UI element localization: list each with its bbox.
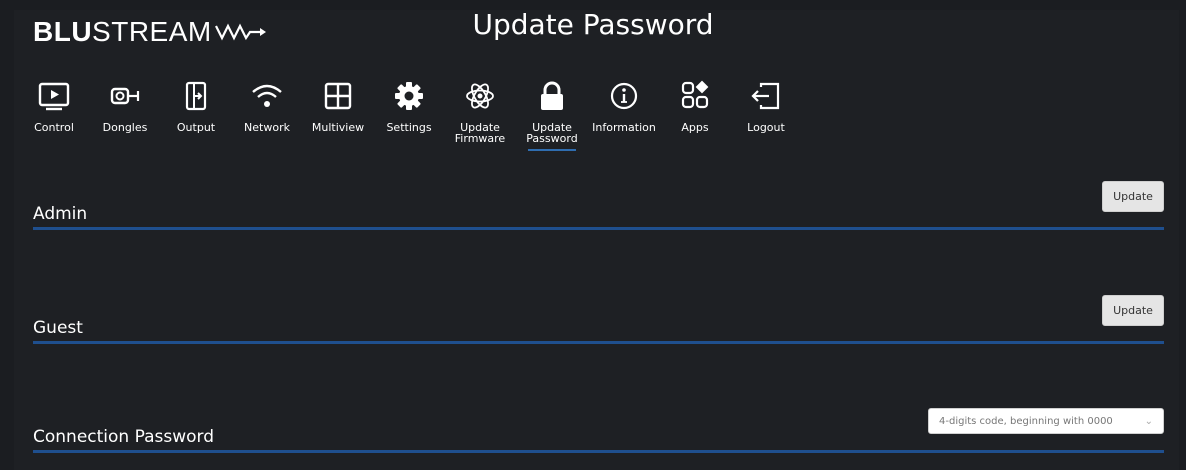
nav-label: Control	[34, 121, 74, 134]
nav-item-apps[interactable]: Apps	[659, 76, 731, 133]
nav-item-control[interactable]: Control	[18, 76, 90, 133]
grid-icon	[324, 82, 352, 110]
nav-item-output[interactable]: Output	[160, 76, 232, 133]
dongle-icon	[110, 87, 140, 105]
nav-label: Multiview	[311, 121, 365, 134]
nav-label: Network	[244, 121, 290, 134]
page-title: Update Password	[472, 8, 714, 41]
connection-password-divider	[33, 450, 1164, 453]
nav-label: Output	[176, 121, 216, 134]
chevron-down-icon: ⌄	[1144, 415, 1153, 427]
nav-item-update-password[interactable]: Update Password	[516, 76, 588, 151]
connection-password-select[interactable]: 4-digits code, beginning with 0000 ⌄	[928, 408, 1164, 434]
nav-item-information[interactable]: Information	[588, 76, 660, 133]
nav-item-settings[interactable]: Settings	[373, 76, 445, 133]
apps-icon	[681, 80, 709, 109]
logout-icon	[751, 82, 780, 110]
guest-update-button[interactable]: Update	[1102, 295, 1164, 326]
nav-label: Dongles	[102, 121, 148, 134]
admin-divider	[33, 227, 1164, 230]
wifi-icon	[252, 84, 282, 107]
connection-password-section: Connection Password 4-digits code, begin…	[33, 407, 1164, 459]
active-tab-indicator	[528, 149, 576, 151]
lock-icon	[541, 81, 563, 110]
admin-title: Admin	[33, 204, 88, 224]
nav-label: Logout	[747, 121, 785, 134]
nav-item-dongles[interactable]: Dongles	[89, 76, 161, 133]
admin-section: Admin Update	[33, 180, 1164, 232]
guest-divider	[33, 341, 1164, 344]
output-icon	[185, 81, 207, 111]
nav-item-multiview[interactable]: Multiview	[302, 76, 374, 133]
monitor-play-icon	[38, 82, 70, 111]
atom-icon	[466, 83, 494, 109]
nav-label: Information	[592, 121, 656, 134]
nav-label: Apps	[681, 121, 709, 134]
nav-label: Update Firmware	[454, 121, 506, 145]
nav-label: Update Password	[526, 121, 578, 145]
nav-item-update-firmware[interactable]: Update Firmware	[444, 76, 516, 144]
connection-password-select-value: 4-digits code, beginning with 0000	[939, 415, 1113, 427]
connection-password-title: Connection Password	[33, 427, 214, 447]
gear-icon	[395, 82, 423, 110]
info-icon	[610, 82, 638, 110]
nav-item-logout[interactable]: Logout	[730, 76, 802, 133]
nav-label: Settings	[386, 121, 432, 134]
admin-update-button[interactable]: Update	[1102, 181, 1164, 212]
guest-section: Guest Update	[33, 294, 1164, 346]
nav-item-network[interactable]: Network	[231, 76, 303, 133]
guest-title: Guest	[33, 318, 83, 338]
